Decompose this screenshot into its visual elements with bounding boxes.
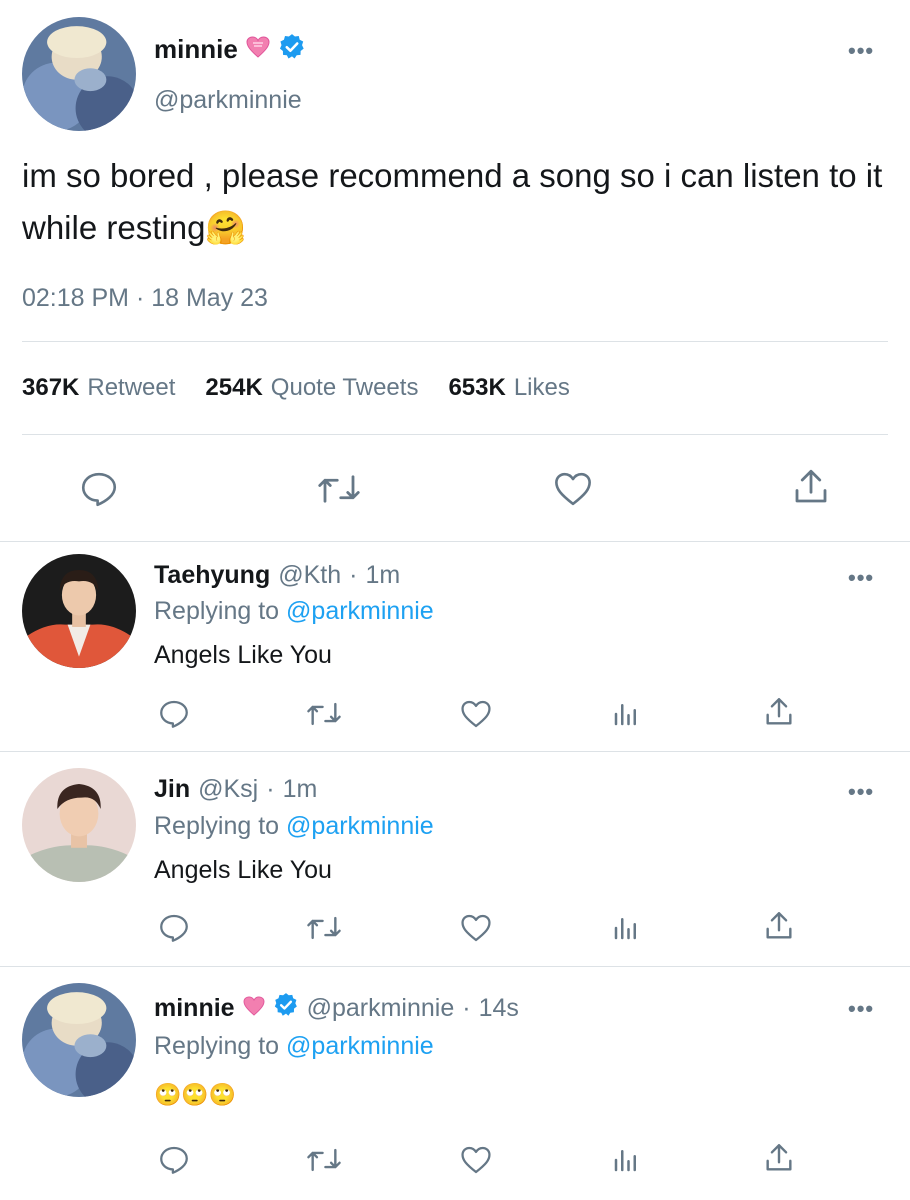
reply-text: 🙄🙄🙄 (154, 1082, 237, 1107)
reply-author-row: Taehyung @Kth · 1m (154, 561, 400, 590)
reply-text: Angels Like You (154, 856, 332, 884)
author-name[interactable]: minnie (154, 994, 235, 1023)
like-icon[interactable] (459, 1143, 493, 1182)
tweet-text: im so bored , please recommend a song so… (22, 157, 883, 246)
more-icon[interactable]: ••• (848, 779, 874, 805)
separator-dot: · (462, 994, 471, 1022)
avatar[interactable] (22, 17, 136, 131)
author-handle[interactable]: @Ksj (198, 775, 258, 804)
reply-author-row: Jin @Ksj · 1m (154, 775, 317, 804)
heart-emoji (246, 36, 270, 63)
reply-icon[interactable] (157, 1143, 191, 1182)
analytics-icon[interactable] (611, 1143, 641, 1182)
like-icon[interactable] (459, 697, 493, 736)
retweet-icon[interactable] (316, 468, 362, 515)
retweet-icon[interactable] (305, 1143, 343, 1182)
avatar[interactable] (22, 983, 136, 1097)
verified-icon (273, 992, 299, 1025)
replying-to: Replying to @parkminnie (154, 1032, 434, 1061)
retweet-icon[interactable] (305, 911, 343, 950)
analytics-icon[interactable] (611, 697, 641, 736)
more-icon[interactable]: ••• (848, 565, 874, 591)
author-name[interactable]: Taehyung (154, 561, 270, 590)
tweet-stats: 367K Retweet 254K Quote Tweets 653K Likes (22, 374, 570, 402)
more-icon[interactable]: ••• (848, 996, 874, 1022)
share-icon[interactable] (762, 909, 796, 948)
tweet-timestamp[interactable]: 02:18 PM · 18 May 23 (22, 284, 268, 313)
share-icon[interactable] (762, 1141, 796, 1180)
reply-tweet: Jin @Ksj · 1m ••• Replying to @parkminni… (0, 751, 910, 966)
reply-time[interactable]: 1m (365, 561, 400, 590)
replying-to-link[interactable]: @parkminnie (286, 597, 434, 625)
like-icon[interactable] (552, 468, 594, 515)
replying-prefix: Replying to (154, 597, 280, 625)
author-handle[interactable]: @Kth (278, 561, 341, 590)
replying-prefix: Replying to (154, 812, 280, 840)
analytics-icon[interactable] (611, 911, 641, 950)
avatar[interactable] (22, 768, 136, 882)
heart-emoji (243, 994, 265, 1023)
reply-icon[interactable] (157, 697, 191, 736)
reply-time[interactable]: 1m (283, 775, 318, 804)
separator-dot: · (349, 561, 358, 589)
like-icon[interactable] (459, 911, 493, 950)
author-handle[interactable]: @parkminnie (307, 994, 455, 1023)
main-tweet: minnie @parkminnie ••• im so bored , ple… (0, 0, 910, 540)
share-icon[interactable] (790, 466, 832, 513)
replying-to: Replying to @parkminnie (154, 812, 434, 841)
retweet-icon[interactable] (305, 697, 343, 736)
more-icon[interactable]: ••• (848, 38, 874, 64)
reply-text: Angels Like You (154, 641, 332, 669)
author-row: minnie (154, 33, 306, 66)
author-name[interactable]: minnie (154, 34, 238, 65)
replying-to-link[interactable]: @parkminnie (286, 812, 434, 840)
reply-icon[interactable] (157, 911, 191, 950)
retweet-stat[interactable]: 367K Retweet (22, 374, 175, 402)
reply-icon[interactable] (78, 468, 120, 515)
replying-prefix: Replying to (154, 1032, 280, 1060)
replying-to-link[interactable]: @parkminnie (286, 1032, 434, 1060)
tweet-actions (0, 460, 910, 516)
author-name[interactable]: Jin (154, 775, 190, 804)
divider (22, 434, 888, 435)
replying-to: Replying to @parkminnie (154, 597, 434, 626)
separator-dot: · (266, 775, 275, 803)
verified-icon (278, 33, 306, 66)
divider (22, 341, 888, 342)
avatar[interactable] (22, 554, 136, 668)
author-handle[interactable]: @parkminnie (154, 86, 302, 115)
share-icon[interactable] (762, 695, 796, 734)
reply-time[interactable]: 14s (479, 994, 519, 1023)
reply-tweet: minnie @parkminnie · 14s ••• Replying to… (0, 966, 910, 1196)
reply-author-row: minnie @parkminnie · 14s (154, 992, 519, 1025)
reply-tweet: Taehyung @Kth · 1m ••• Replying to @park… (0, 541, 910, 751)
quote-tweets-stat[interactable]: 254K Quote Tweets (205, 374, 418, 402)
likes-stat[interactable]: 653K Likes (448, 374, 569, 402)
